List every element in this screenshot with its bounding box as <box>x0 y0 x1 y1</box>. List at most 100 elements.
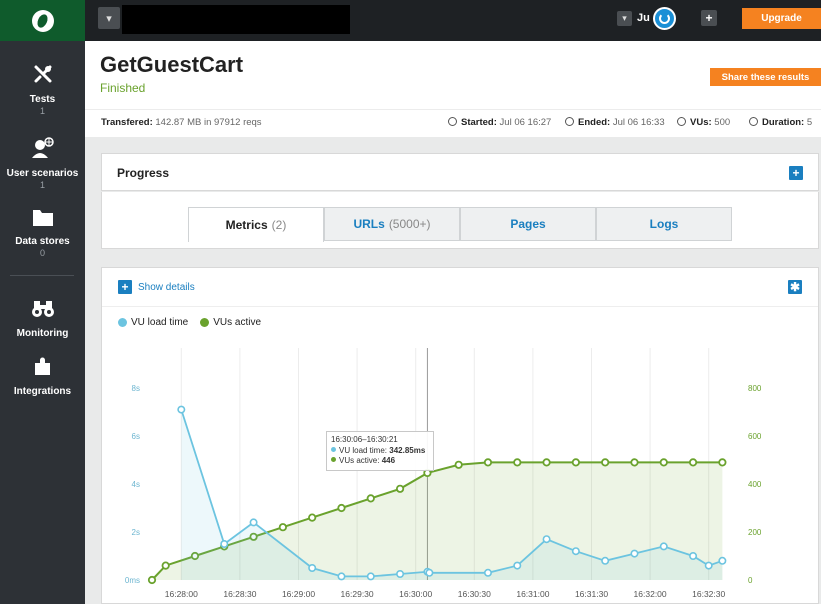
ended-label: Ended: <box>578 117 611 128</box>
sidebar-item-count: 1 <box>39 180 45 190</box>
vu-load-time-point <box>704 561 713 570</box>
vu-load-time-point <box>513 561 522 570</box>
tabs-panel: Metrics (2) URLs (5000+) Pages Logs <box>101 192 819 249</box>
vu-load-time-point <box>659 542 668 551</box>
vu-load-time-point <box>571 547 580 556</box>
vu-load-time-point <box>177 405 186 414</box>
tooltip-swatch <box>331 446 336 452</box>
vu-load-time-point <box>542 535 551 544</box>
folder-icon <box>0 207 85 232</box>
sidebar: Tests 1 User scenarios 1 Data stores 0 M… <box>0 41 85 604</box>
user-initials[interactable]: Ju <box>637 12 650 24</box>
top-bar: ▾ ▾ Ju + Upgrade <box>0 0 821 41</box>
tab-label: Logs <box>649 217 679 231</box>
duration-value: 5 <box>806 117 813 128</box>
tab-urls[interactable]: URLs (5000+) <box>324 207 460 241</box>
y-right-tick-label: 600 <box>748 432 762 441</box>
tab-logs[interactable]: Logs <box>596 207 732 241</box>
plus-icon: + <box>705 11 713 25</box>
app-logo[interactable] <box>0 0 85 41</box>
x-tick-label: 16:29:00 <box>282 589 315 599</box>
tools-icon <box>0 63 85 90</box>
started-label: Started: <box>461 117 497 128</box>
tooltip-load-label: VU load time: <box>339 445 388 455</box>
user-dropdown-button[interactable]: ▾ <box>617 11 632 26</box>
header-divider <box>85 109 821 110</box>
vu-load-time-point <box>220 539 229 548</box>
vu-load-time-point <box>366 572 375 581</box>
started-value: Jul 06 16:27 <box>499 117 552 128</box>
vus-active-point <box>688 458 698 467</box>
project-dropdown-button[interactable]: ▾ <box>98 7 120 29</box>
add-button[interactable]: + <box>701 10 717 26</box>
sidebar-item-label: Monitoring <box>16 328 69 339</box>
x-tick-label: 16:31:00 <box>516 589 549 599</box>
sidebar-item-monitoring[interactable]: Monitoring <box>0 299 85 339</box>
tooltip-range: 16:30:06–16:30:21 <box>331 435 398 444</box>
vus-active-point <box>630 458 639 467</box>
results-header: GetGuestCart Finished Share these result… <box>85 41 821 137</box>
vu-load-time-point <box>483 568 492 577</box>
duration-label: Duration: <box>762 117 805 128</box>
x-tick-label: 16:28:30 <box>223 589 256 599</box>
vus-active-point <box>454 460 463 469</box>
status-text: Finished <box>100 81 146 95</box>
puzzle-icon <box>0 355 85 382</box>
x-tick-label: 16:32:30 <box>692 589 725 599</box>
vu-load-time-point <box>425 568 434 577</box>
started-stat: Started: Jul 06 16:27 <box>448 117 551 128</box>
y-left-tick-label: 8s <box>132 384 140 393</box>
x-tick-label: 16:30:00 <box>399 589 432 599</box>
project-name[interactable] <box>122 5 350 34</box>
tooltip-active-value: 446 <box>381 456 396 465</box>
tooltip-swatch <box>331 457 336 462</box>
vu-load-time-point <box>396 569 405 578</box>
vu-load-time-point <box>689 551 698 560</box>
tooltip-active-row: VUs active: 446 <box>331 456 429 467</box>
sidebar-item-integrations[interactable]: Integrations <box>0 355 85 397</box>
power-icon <box>659 13 670 24</box>
upgrade-button[interactable]: Upgrade <box>742 8 821 29</box>
vus-active-point <box>278 523 287 532</box>
transferred-value: 142.87 MB in 97912 reqs <box>155 117 262 128</box>
vu-load-time-point <box>630 549 639 558</box>
progress-panel: Progress + <box>101 153 819 191</box>
tab-metrics[interactable]: Metrics (2) <box>188 207 324 242</box>
vus-value: 500 <box>714 117 731 128</box>
tab-label: Metrics <box>225 218 268 232</box>
vus-active-point <box>366 494 375 503</box>
vus-active-point <box>308 513 317 522</box>
vu-load-time-point <box>337 572 346 581</box>
y-right-tick-label: 800 <box>748 384 762 393</box>
metrics-chart[interactable]: 16:28:00 16:28:30 16:29:00 16:29:30 16:30:00… <box>102 268 820 604</box>
vus-active-point <box>483 458 493 467</box>
page-title: GetGuestCart <box>100 52 244 77</box>
user-icon <box>677 117 686 126</box>
tab-label: Pages <box>510 217 546 231</box>
vus-active-point <box>718 458 727 467</box>
y-left-tick-label: 2s <box>132 528 140 537</box>
vu-load-time-point <box>718 556 727 565</box>
sidebar-item-user-scenarios[interactable]: User scenarios 1 <box>0 137 85 190</box>
y-left-tick-label: 4s <box>132 480 140 489</box>
avatar[interactable] <box>653 7 676 30</box>
vus-active-point <box>542 458 551 467</box>
share-results-button[interactable]: Share these results <box>710 68 821 86</box>
chevron-down-icon: ▾ <box>622 13 627 23</box>
y-right-tick-label: 200 <box>748 528 762 537</box>
vu-load-time-point <box>249 518 258 527</box>
sidebar-item-tests[interactable]: Tests 1 <box>0 63 85 116</box>
x-tick-label: 16:32:00 <box>634 589 667 599</box>
tab-pages[interactable]: Pages <box>460 207 596 241</box>
sidebar-divider <box>10 275 74 276</box>
x-tick-label: 16:30:30 <box>458 589 491 599</box>
tooltip-load-value: 342.85ms <box>389 445 426 455</box>
expand-progress-button[interactable]: + <box>789 166 803 180</box>
vus-label: VUs: <box>690 117 712 128</box>
clock-icon <box>448 117 457 126</box>
clock-icon <box>565 117 574 126</box>
vus-active-point <box>659 458 668 467</box>
vus-active-point <box>513 458 522 467</box>
sidebar-item-data-stores[interactable]: Data stores 0 <box>0 207 85 258</box>
sidebar-item-label: Tests <box>29 94 56 105</box>
